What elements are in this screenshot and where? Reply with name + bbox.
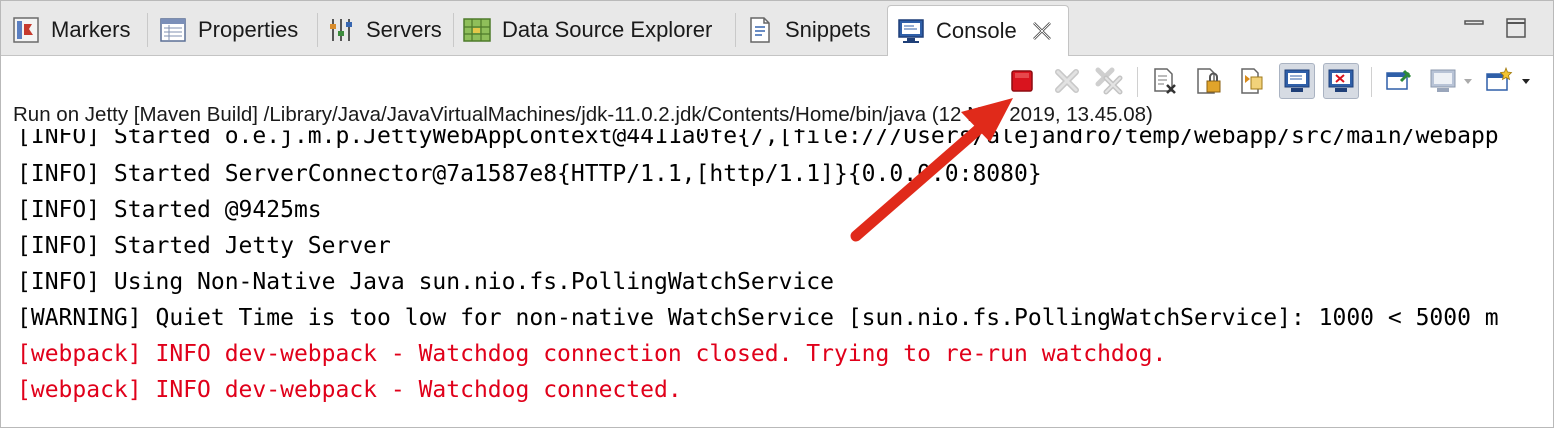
maximize-icon[interactable]: [1505, 17, 1527, 44]
tab-markers[interactable]: Markers: [11, 5, 130, 55]
tab-label: Console: [936, 18, 1017, 43]
markers-icon: [11, 15, 41, 45]
tab-separator: [453, 13, 454, 47]
display-selected-console-icon[interactable]: [1425, 63, 1461, 99]
data-source-explorer-icon: [462, 15, 492, 45]
console-toolbar: [1, 63, 1553, 103]
show-console-on-stdout-icon[interactable]: [1279, 63, 1315, 99]
console-view: Markers Properties Servers Data Source E…: [0, 0, 1554, 428]
tab-label: Snippets: [785, 17, 871, 42]
tab-separator: [317, 13, 318, 47]
chevron-down-icon[interactable]: [1463, 73, 1473, 89]
terminate-icon[interactable]: [1004, 63, 1040, 99]
tab-separator: [147, 13, 148, 47]
tab-servers[interactable]: Servers: [326, 5, 442, 55]
snippets-icon: [745, 15, 775, 45]
open-console-icon[interactable]: [1481, 63, 1517, 99]
chevron-down-icon[interactable]: [1521, 73, 1531, 89]
console-line: [INFO] Started Jetty Server: [17, 233, 391, 259]
pin-console-icon[interactable]: [1381, 63, 1417, 99]
scroll-lock-icon[interactable]: [1191, 63, 1227, 99]
remove-launch-icon[interactable]: [1049, 63, 1085, 99]
console-icon: [896, 16, 926, 46]
tab-label: Servers: [366, 17, 442, 42]
tab-data-source-explorer[interactable]: Data Source Explorer: [462, 5, 712, 55]
console-line-error: [webpack] INFO dev-webpack - Watchdog co…: [17, 341, 1167, 367]
toolbar-separator: [1371, 67, 1372, 97]
servers-icon: [326, 15, 356, 45]
properties-icon: [158, 15, 188, 45]
tab-console[interactable]: Console: [887, 5, 1069, 56]
tab-properties[interactable]: Properties: [158, 5, 298, 55]
tab-label: Markers: [51, 17, 131, 42]
console-line: [INFO] Using Non-Native Java sun.nio.fs.…: [17, 269, 834, 295]
view-tab-bar: Markers Properties Servers Data Source E…: [1, 1, 1553, 56]
tab-label: Data Source Explorer: [502, 17, 713, 42]
console-line: [WARNING] Quiet Time is too low for non-…: [17, 305, 1499, 331]
close-icon[interactable]: [1031, 20, 1053, 42]
console-line: [INFO] Started ServerConnector@7a1587e8{…: [17, 161, 1042, 187]
console-line: [INFO] Started @9425ms: [17, 197, 322, 223]
show-console-on-stderr-icon[interactable]: [1323, 63, 1359, 99]
tab-separator: [735, 13, 736, 47]
remove-all-terminated-icon[interactable]: [1091, 63, 1127, 99]
clear-console-icon[interactable]: [1147, 63, 1183, 99]
word-wrap-icon[interactable]: [1235, 63, 1271, 99]
console-line: [INFO] Started o.e.j.m.p.JettyWebAppCont…: [17, 129, 1499, 149]
console-line-error: [webpack] INFO dev-webpack - Watchdog co…: [17, 377, 682, 403]
toolbar-separator: [1137, 67, 1138, 97]
tab-label: Properties: [198, 17, 299, 42]
tab-snippets[interactable]: Snippets: [745, 5, 871, 55]
minimize-icon[interactable]: [1463, 17, 1485, 44]
console-launch-title: Run on Jetty [Maven Build] /Library/Java…: [13, 103, 1153, 126]
console-output[interactable]: [INFO] Started o.e.j.m.p.JettyWebAppCont…: [1, 129, 1553, 425]
